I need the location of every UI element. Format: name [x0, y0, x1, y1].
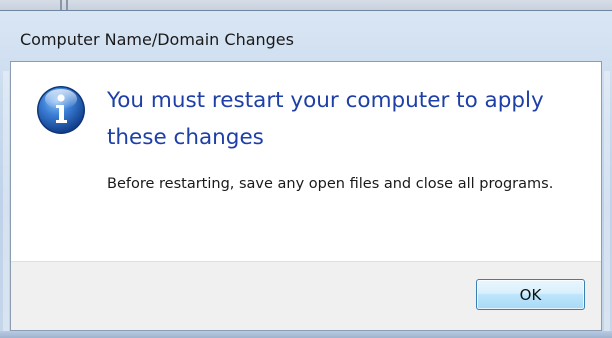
frame-glass-streak	[604, 71, 610, 331]
window-title: Computer Name/Domain Changes	[20, 30, 294, 49]
info-icon	[37, 86, 85, 134]
message-headline: You must restart your computer to apply …	[107, 88, 544, 150]
window-bottom-border	[0, 331, 612, 338]
button-bar: OK	[11, 261, 601, 330]
frame-glass-streak	[3, 71, 9, 331]
ok-button[interactable]: OK	[476, 279, 585, 310]
screen: Computer Name/Domain Changes You must re…	[0, 0, 612, 338]
message-body: Before restarting, save any open files a…	[107, 176, 554, 192]
dialog-content: You must restart your computer to apply …	[10, 61, 602, 331]
